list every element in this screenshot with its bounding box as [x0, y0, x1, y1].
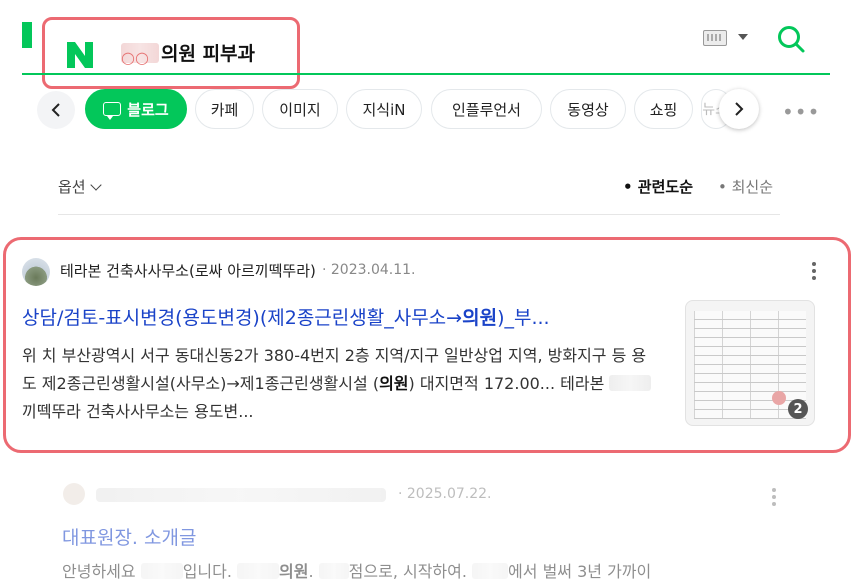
naver-n-icon: [67, 42, 93, 68]
masked-author-name: [96, 488, 386, 502]
result-thumbnail[interactable]: 2: [685, 300, 815, 426]
masked-text: [472, 563, 509, 579]
stamp-mark: [772, 391, 786, 405]
result-snippet[interactable]: 위 치 부산광역시 서구 동대신동2가 380-4번지 2층 지역/지구 일반상…: [22, 342, 662, 426]
tab-influencer[interactable]: 인플루언서: [431, 89, 542, 129]
post-date: · 2023.04.11.: [322, 262, 416, 278]
result-title-link[interactable]: 대표원장. 소개글: [62, 523, 196, 550]
search-icon[interactable]: [776, 24, 806, 54]
tab-knowledge-in[interactable]: 지식iN: [346, 89, 422, 129]
tab-scroll-prev-button[interactable]: [37, 91, 75, 129]
masked-text: [318, 563, 349, 579]
masked-clinic-name: ○○: [121, 43, 159, 67]
more-options-icon[interactable]: [812, 262, 816, 282]
blog-icon: [103, 102, 122, 120]
tab-scroll-next-button[interactable]: [719, 89, 759, 129]
keyboard-icon[interactable]: [703, 30, 727, 46]
sort-relevance[interactable]: • 관련도순: [623, 176, 693, 197]
author-avatar[interactable]: [63, 483, 85, 505]
tab-images[interactable]: 이미지: [262, 89, 338, 129]
image-count-badge: 2: [788, 399, 808, 419]
options-dropdown[interactable]: 옵션: [58, 176, 102, 197]
chevron-right-icon: [735, 102, 744, 116]
caret-down-icon[interactable]: [738, 34, 748, 40]
tab-blog[interactable]: 블로그: [85, 89, 187, 129]
tab-video[interactable]: 동영상: [550, 89, 626, 129]
naver-logo-edge: [22, 22, 32, 48]
author-avatar[interactable]: [22, 258, 50, 286]
author-name[interactable]: 테라본 건축사사무소(로싸 아르끼떽뚜라): [60, 260, 316, 281]
tab-cafe[interactable]: 카페: [195, 89, 254, 129]
tab-shopping[interactable]: 쇼핑: [634, 89, 693, 129]
masked-text: [237, 563, 280, 579]
search-query[interactable]: ○○ 의원 피부과: [121, 40, 255, 68]
more-tabs-icon[interactable]: •••: [782, 100, 820, 124]
result-snippet[interactable]: 안녕하세요 입니다. 의원. 점으로, 시작하여. 에서 벌써 3년 가까이: [62, 558, 651, 582]
search-box[interactable]: ○○ 의원 피부과: [42, 17, 300, 89]
chevron-down-icon: [89, 179, 102, 191]
chevron-left-icon: [51, 103, 60, 117]
more-options-icon[interactable]: [772, 488, 776, 509]
result-title-link[interactable]: 상담/검토-표시변경(용도변경)(제2종근린생활_사무소→의원)_부...: [22, 303, 672, 330]
search-underline: [22, 73, 830, 75]
divider: [58, 214, 780, 215]
post-date: · 2025.07.22.: [398, 486, 492, 502]
masked-text: [609, 375, 652, 391]
masked-text: [140, 563, 183, 579]
sort-latest[interactable]: • 최신순: [718, 176, 773, 197]
